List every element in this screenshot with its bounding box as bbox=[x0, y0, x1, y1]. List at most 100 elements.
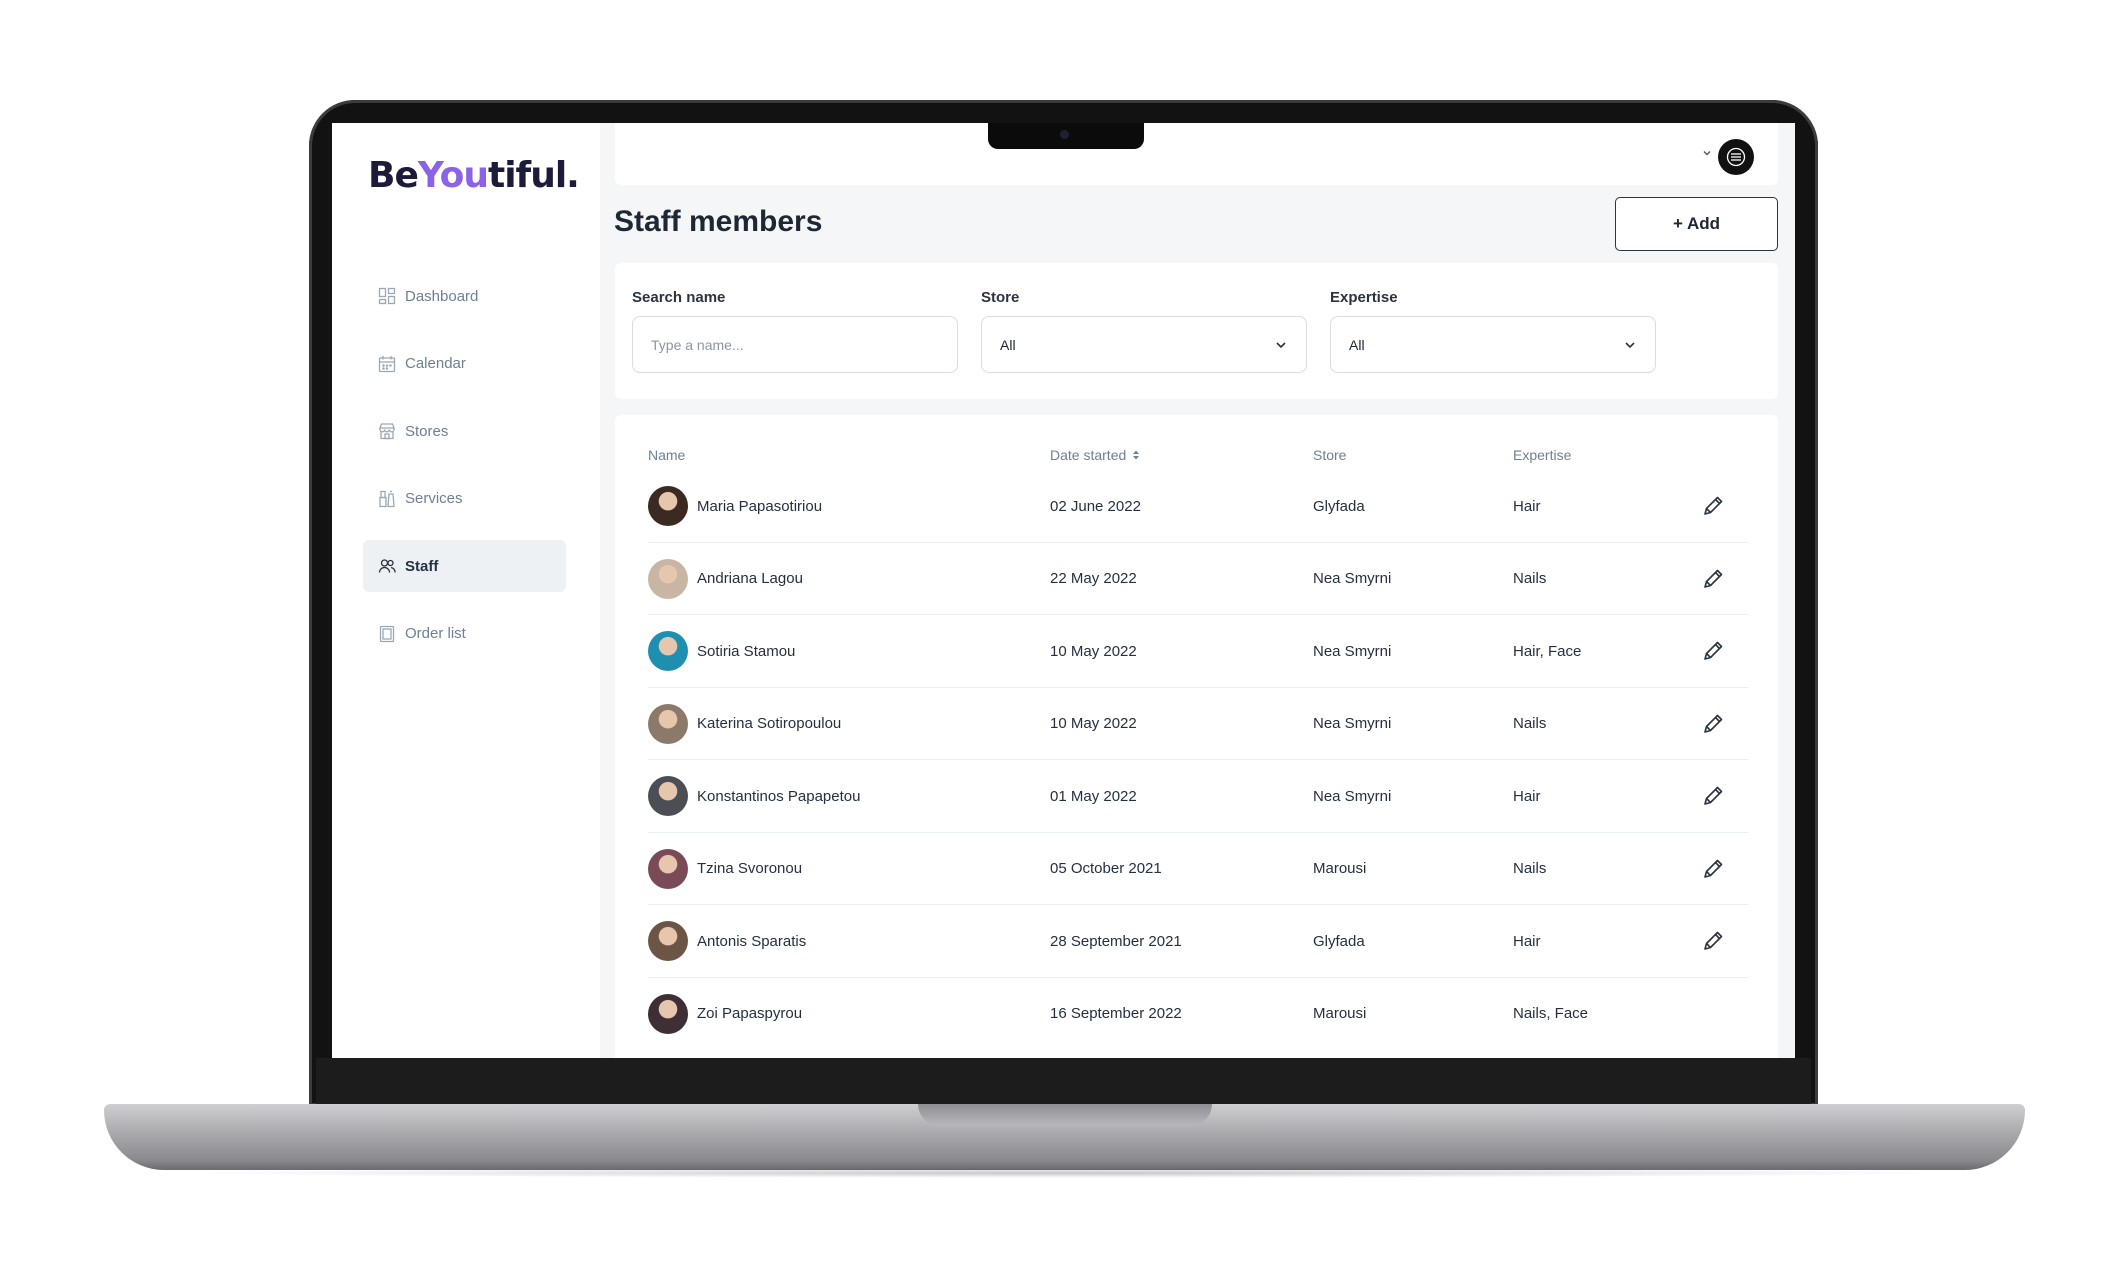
staff-name: Konstantinos Papapetou bbox=[697, 787, 861, 805]
store-cell: Nea Smyrni bbox=[1313, 787, 1392, 805]
sidebar: BeYoutiful. Dashboard Calendar Stores Se… bbox=[332, 123, 600, 1058]
sidebar-nav: Dashboard Calendar Stores Services Staff… bbox=[363, 270, 566, 675]
column-header-date-started[interactable]: Date started bbox=[1050, 447, 1140, 463]
avatar bbox=[648, 631, 688, 671]
sidebar-item-label: Dashboard bbox=[405, 287, 479, 305]
staff-name: Sotiria Stamou bbox=[697, 642, 796, 660]
store-cell: Nea Smyrni bbox=[1313, 715, 1392, 732]
staff-table: Name Date started Store Expertise Maria … bbox=[615, 415, 1778, 1058]
search-name-filter: Search name bbox=[632, 289, 958, 373]
table-row[interactable]: Maria Papasotiriou 02 June 2022 Glyfada Hai… bbox=[648, 470, 1748, 543]
avatar bbox=[648, 558, 688, 599]
name-cell: Katerina Sotiropoulou bbox=[648, 688, 841, 760]
sidebar-item-label: Order list bbox=[405, 625, 466, 642]
laptop-bottom-bezel bbox=[316, 1058, 1811, 1106]
search-input[interactable] bbox=[651, 336, 939, 353]
edit-icon[interactable] bbox=[1700, 783, 1726, 809]
staff-name: Tzina Svoronou bbox=[697, 860, 803, 877]
name-cell: Zoi Papaspyrou bbox=[648, 978, 802, 1050]
staff-name: Katerina Sotiropoulou bbox=[697, 715, 842, 732]
brand-logo[interactable]: BeYoutiful. bbox=[368, 155, 580, 196]
search-name-field bbox=[632, 316, 958, 373]
table-row[interactable]: Konstantinos Papapetou 01 May 2022 Nea Smy… bbox=[648, 760, 1748, 833]
chevron-down-icon bbox=[1276, 341, 1286, 348]
store-cell: Glyfada bbox=[1313, 497, 1365, 515]
expertise-select-value: All bbox=[1349, 336, 1365, 353]
chevron-down-icon bbox=[1625, 341, 1635, 348]
expertise-cell: Nails bbox=[1513, 715, 1547, 732]
avatar bbox=[648, 703, 688, 744]
date-started-cell: 02 June 2022 bbox=[1050, 497, 1141, 515]
date-started-cell: 16 September 2022 bbox=[1050, 1005, 1182, 1022]
filters-panel: Search name Store All Expertise All bbox=[615, 263, 1778, 399]
expertise-select[interactable]: All bbox=[1330, 316, 1656, 373]
sidebar-item-staff[interactable]: Staff bbox=[363, 540, 566, 592]
column-header-expertise[interactable]: Expertise bbox=[1513, 447, 1571, 463]
edit-icon[interactable] bbox=[1700, 638, 1726, 664]
top-bar bbox=[615, 123, 1778, 185]
name-cell: Konstantinos Papapetou bbox=[648, 760, 860, 832]
column-header-store[interactable]: Store bbox=[1313, 447, 1346, 463]
table-row[interactable]: Katerina Sotiropoulou 10 May 2022 Nea Smyr… bbox=[648, 688, 1748, 760]
table-row[interactable]: Antonis Sparatis 28 September 2021 Glyfada… bbox=[648, 905, 1748, 978]
date-started-cell: 01 May 2022 bbox=[1050, 787, 1137, 805]
sidebar-item-label: Calendar bbox=[405, 355, 466, 372]
expertise-cell: Nails bbox=[1513, 860, 1547, 877]
chevron-down-icon[interactable] bbox=[1702, 148, 1712, 158]
column-header-name[interactable]: Name bbox=[648, 447, 685, 463]
sidebar-item-label: Stores bbox=[405, 422, 449, 440]
date-started-cell: 22 May 2022 bbox=[1050, 570, 1137, 587]
order-list-icon bbox=[378, 625, 396, 643]
expertise-filter-label: Expertise bbox=[1330, 289, 1398, 306]
avatar bbox=[648, 921, 688, 961]
table-row[interactable]: Sotiria Stamou 10 May 2022 Nea Smyrni Hair,… bbox=[648, 615, 1748, 688]
store-select[interactable]: All bbox=[981, 316, 1307, 373]
staff-name: Antonis Sparatis bbox=[697, 932, 807, 950]
avatar bbox=[648, 848, 688, 889]
table-row[interactable]: Tzina Svoronou 05 October 2021 Marousi Nail… bbox=[648, 833, 1748, 905]
avatar bbox=[648, 993, 688, 1034]
table-row[interactable]: Andriana Lagou 22 May 2022 Nea Smyrni Nails bbox=[648, 543, 1748, 615]
edit-icon[interactable] bbox=[1700, 711, 1726, 737]
name-cell: Sotiria Stamou bbox=[648, 615, 795, 687]
search-name-label: Search name bbox=[632, 289, 726, 306]
menu-icon bbox=[1726, 147, 1746, 167]
sidebar-item-dashboard[interactable]: Dashboard bbox=[363, 270, 566, 322]
sort-icon[interactable] bbox=[1132, 449, 1140, 461]
edit-icon[interactable] bbox=[1700, 566, 1726, 592]
expertise-filter: Expertise All bbox=[1330, 289, 1656, 373]
store-select-value: All bbox=[1000, 336, 1016, 353]
calendar-icon bbox=[378, 355, 396, 373]
store-cell: Nea Smyrni bbox=[1313, 570, 1392, 587]
store-filter-label: Store bbox=[981, 289, 1020, 306]
laptop-opening-notch bbox=[918, 1104, 1212, 1126]
sidebar-item-stores[interactable]: Stores bbox=[363, 405, 566, 457]
expertise-cell: Nails bbox=[1513, 570, 1547, 587]
table-row[interactable]: Zoi Papaspyrou 16 September 2022 Marousi Na… bbox=[648, 978, 1748, 1051]
avatar bbox=[648, 486, 688, 526]
sidebar-item-order-list[interactable]: Order list bbox=[363, 608, 566, 660]
camera-notch bbox=[988, 123, 1144, 149]
edit-icon[interactable] bbox=[1700, 928, 1726, 954]
camera-icon bbox=[1060, 130, 1069, 139]
users-icon bbox=[378, 557, 396, 575]
avatar bbox=[648, 776, 688, 816]
sidebar-item-services[interactable]: Services bbox=[363, 473, 566, 525]
edit-icon[interactable] bbox=[1700, 856, 1726, 882]
add-staff-button[interactable]: + Add bbox=[1615, 197, 1778, 251]
name-cell: Andriana Lagou bbox=[648, 543, 803, 615]
name-cell: Tzina Svoronou bbox=[648, 833, 802, 905]
date-started-cell: 10 May 2022 bbox=[1050, 715, 1137, 732]
staff-name: Zoi Papaspyrou bbox=[697, 1005, 803, 1022]
edit-icon[interactable] bbox=[1700, 493, 1726, 519]
sidebar-item-calendar[interactable]: Calendar bbox=[363, 338, 566, 390]
user-menu-avatar[interactable] bbox=[1718, 139, 1754, 175]
laptop-mockup: BeYoutiful. Dashboard Calendar Stores Se… bbox=[0, 0, 2119, 1274]
expertise-cell: Hair bbox=[1513, 497, 1541, 515]
store-cell: Marousi bbox=[1313, 1005, 1367, 1022]
expertise-cell: Nails, Face bbox=[1513, 1005, 1589, 1022]
staff-name: Andriana Lagou bbox=[697, 570, 803, 587]
store-cell: Marousi bbox=[1313, 860, 1367, 877]
dashboard-icon bbox=[378, 287, 396, 305]
column-header-label: Date started bbox=[1050, 447, 1127, 463]
